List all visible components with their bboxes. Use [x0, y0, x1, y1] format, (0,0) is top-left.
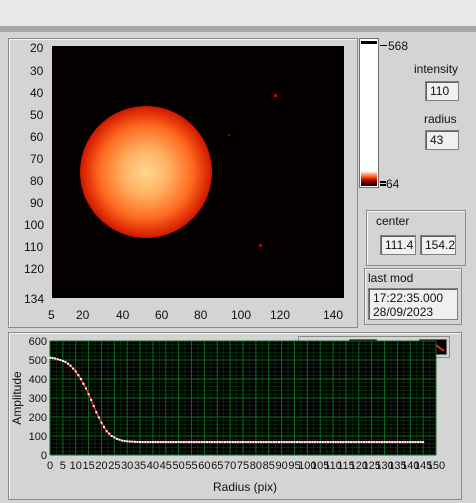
beam-spot — [80, 106, 212, 238]
hot-pixel — [228, 134, 230, 136]
center-x-indicator: 111.4 — [380, 235, 416, 255]
image-y-tick: 60 — [30, 130, 44, 144]
image-x-tick: 20 — [76, 308, 90, 322]
color-scale-bar[interactable] — [359, 38, 379, 188]
chart-legend: Data Fit — [298, 336, 450, 358]
image-y-tick: 70 — [30, 152, 44, 166]
color-scale-max-label: 568 — [388, 39, 409, 53]
color-scale-gradient — [361, 171, 377, 186]
image-x-tick: 40 — [116, 308, 130, 322]
radius-indicator: 43 — [425, 130, 459, 150]
image-y-tick: 134 — [24, 292, 45, 306]
image-x-tick: 80 — [194, 308, 208, 322]
center-y-indicator: 154.2 — [420, 235, 456, 255]
image-y-tick: 80 — [30, 174, 44, 188]
image-y-tick: 100 — [24, 218, 45, 232]
image-y-tick: 120 — [24, 262, 45, 276]
last-mod-label: last mod — [368, 271, 414, 285]
image-x-tick: 100 — [231, 308, 252, 322]
last-mod-time: 17:22:35.000 — [373, 291, 444, 305]
legend-fit-swatch — [419, 339, 447, 355]
image-y-tick: 90 — [30, 196, 44, 210]
last-mod-date: 28/09/2023 — [373, 305, 434, 319]
image-y-tick: 30 — [30, 64, 44, 78]
image-x-tick: 120 — [270, 308, 291, 322]
radius-label: radius — [424, 112, 457, 126]
color-scale-min-marker — [380, 181, 386, 186]
color-scale-max-marker — [361, 41, 377, 44]
hot-pixel — [274, 94, 277, 97]
legend-data-label: Data — [313, 340, 339, 354]
image-y-tick: 50 — [30, 108, 44, 122]
image-x-tick: 5 — [48, 308, 55, 322]
intensity-label: intensity — [414, 62, 459, 76]
last-mod-indicator: 17:22:35.000 28/09/2023 — [368, 288, 458, 320]
image-y-tick: 20 — [30, 41, 44, 55]
legend-fit-label: Fit — [385, 340, 399, 354]
color-scale-min-label: 64 — [386, 177, 400, 191]
intensity-image[interactable] — [52, 46, 344, 298]
color-scale-max-tick — [380, 45, 387, 46]
image-x-tick: 60 — [155, 308, 169, 322]
center-label: center — [376, 214, 410, 228]
hot-pixel — [259, 244, 262, 247]
legend-data-swatch — [349, 339, 377, 355]
image-y-tick: 110 — [24, 240, 44, 254]
image-y-tick: 40 — [30, 86, 44, 100]
intensity-indicator: 110 — [425, 81, 459, 101]
image-x-tick: 140 — [323, 308, 344, 322]
window-top-separator — [0, 26, 476, 32]
window-top-bar — [0, 0, 476, 27]
